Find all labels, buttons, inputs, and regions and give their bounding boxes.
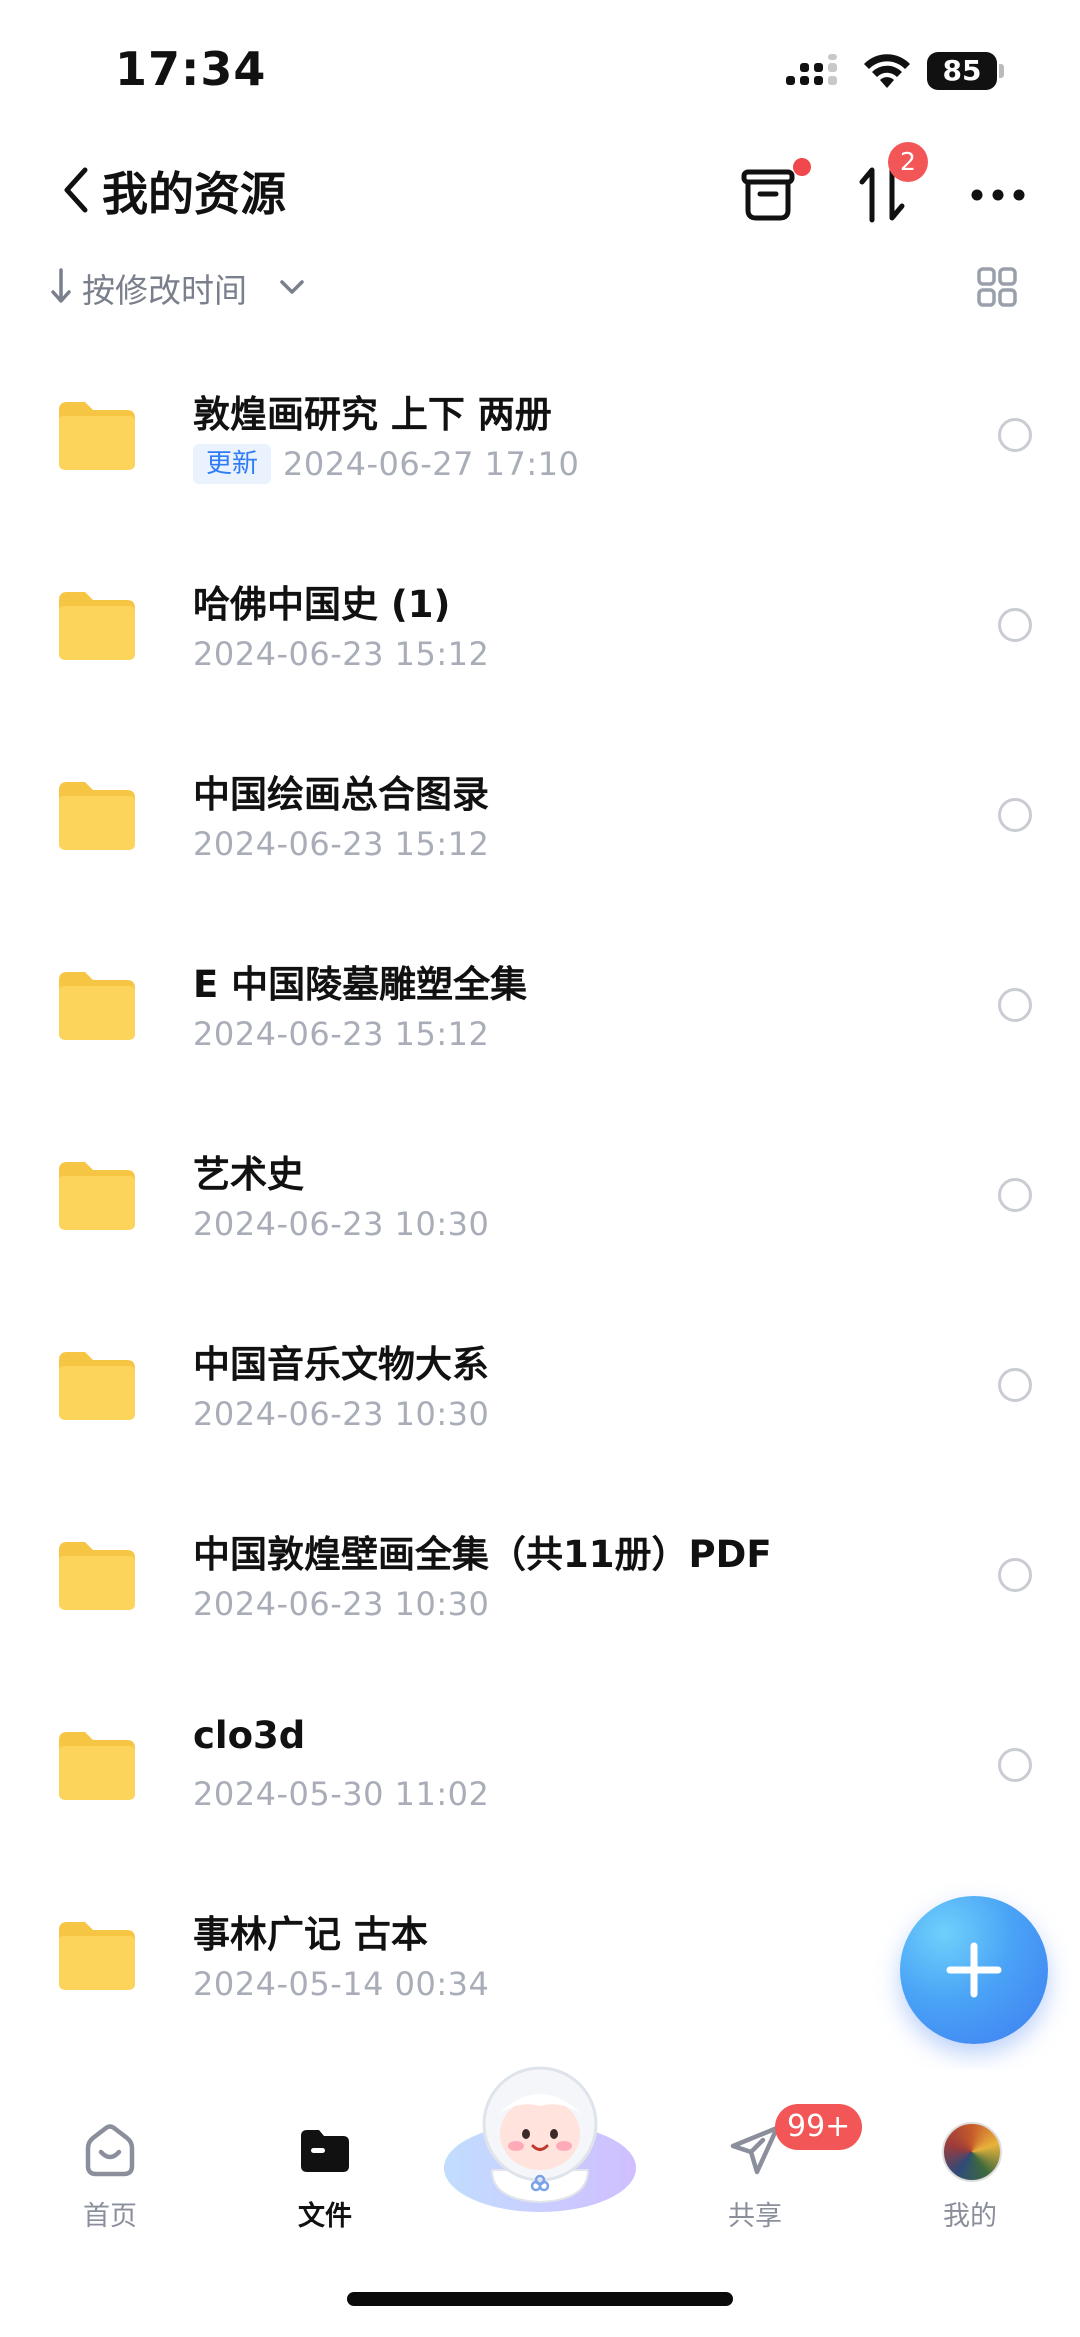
file-date: 2024-05-14 00:34 xyxy=(193,1965,490,2003)
file-row[interactable]: 中国敦煌壁画全集（共11册）PDF 2024-06-23 10:30 xyxy=(0,1480,1080,1670)
file-name: 敦煌画研究 上下 两册 xyxy=(193,393,552,436)
file-date: 2024-06-23 10:30 xyxy=(193,1205,490,1243)
nav-files[interactable]: 文件 xyxy=(250,2122,400,2262)
avatar xyxy=(942,2122,1002,2182)
signal-icon xyxy=(786,54,837,85)
battery-level: 85 xyxy=(942,54,982,87)
select-checkbox[interactable] xyxy=(998,1368,1032,1402)
file-name: 中国敦煌壁画全集（共11册）PDF xyxy=(193,1533,772,1576)
file-meta: 更新 2024-06-27 17:10 xyxy=(193,444,579,484)
folder-icon xyxy=(59,1352,135,1420)
folder-icon xyxy=(59,1922,135,1990)
folder-icon xyxy=(59,972,135,1040)
file-row[interactable]: 艺术史 2024-06-23 10:30 xyxy=(0,1100,1080,1290)
nav-mine[interactable]: 我的 xyxy=(895,2122,1045,2262)
file-date: 2024-06-23 15:12 xyxy=(193,635,490,673)
sort-bar[interactable]: 按修改时间 xyxy=(0,256,1080,316)
file-meta: 2024-06-23 15:12 xyxy=(193,1014,489,1054)
select-checkbox[interactable] xyxy=(998,1748,1032,1782)
file-row[interactable]: 敦煌画研究 上下 两册 更新 2024-06-27 17:10 xyxy=(0,340,1080,530)
nav-home[interactable]: 首页 xyxy=(35,2122,185,2262)
home-indicator xyxy=(347,2292,733,2306)
file-date: 2024-06-23 10:30 xyxy=(193,1585,490,1623)
file-name: 事林广记 古本 xyxy=(193,1913,428,1956)
file-name: clo3d xyxy=(193,1714,306,1757)
chevron-down-icon xyxy=(280,280,304,294)
file-meta: 2024-06-23 10:30 xyxy=(193,1204,489,1244)
recycle-bin-icon[interactable] xyxy=(738,162,802,226)
mascot-icon[interactable] xyxy=(440,2050,640,2220)
page-title: 我的资源 xyxy=(102,167,286,221)
file-row[interactable]: E 中国陵墓雕塑全集 2024-06-23 15:12 xyxy=(0,910,1080,1100)
file-date: 2024-05-30 11:02 xyxy=(193,1775,490,1813)
file-row[interactable]: 中国绘画总合图录 2024-06-23 15:12 xyxy=(0,720,1080,910)
select-checkbox[interactable] xyxy=(998,1558,1032,1592)
nav-mine-label: 我的 xyxy=(943,2201,997,2232)
folder-icon xyxy=(301,2130,349,2172)
file-meta: 2024-05-30 11:02 xyxy=(193,1774,489,1814)
select-checkbox[interactable] xyxy=(998,798,1032,832)
file-date: 2024-06-23 15:12 xyxy=(193,1015,490,1053)
file-row[interactable]: 哈佛中国史 (1) 2024-06-23 15:12 xyxy=(0,530,1080,720)
file-date: 2024-06-23 15:12 xyxy=(193,825,490,863)
status-time: 17:34 xyxy=(115,42,267,96)
home-icon xyxy=(85,2124,135,2177)
folder-icon xyxy=(59,1732,135,1800)
nav-home-label: 首页 xyxy=(83,2201,137,2232)
file-row[interactable]: clo3d 2024-05-30 11:02 xyxy=(0,1670,1080,1860)
update-tag: 更新 xyxy=(193,444,272,484)
sort-arrow-icon xyxy=(51,268,71,303)
notification-dot xyxy=(793,158,811,176)
nav-files-label: 文件 xyxy=(298,2201,352,2232)
file-meta: 2024-05-14 00:34 xyxy=(193,1964,489,2004)
select-checkbox[interactable] xyxy=(998,988,1032,1022)
grid-view-icon[interactable] xyxy=(976,266,1018,308)
select-checkbox[interactable] xyxy=(998,418,1032,452)
file-name: 哈佛中国史 (1) xyxy=(193,583,451,626)
file-name: 艺术史 xyxy=(193,1153,304,1196)
file-date: 2024-06-23 10:30 xyxy=(193,1395,490,1433)
sort-label[interactable]: 按修改时间 xyxy=(82,264,247,312)
file-date: 2024-06-27 17:10 xyxy=(283,445,580,483)
file-name: E 中国陵墓雕塑全集 xyxy=(193,963,528,1006)
share-badge: 99+ xyxy=(775,2104,863,2150)
transfer-badge: 2 xyxy=(888,142,928,182)
more-icon[interactable] xyxy=(970,188,1026,202)
file-meta: 2024-06-23 15:12 xyxy=(193,824,489,864)
header: 我的资源 2 xyxy=(0,140,1080,240)
file-row[interactable]: 中国音乐文物大系 2024-06-23 10:30 xyxy=(0,1290,1080,1480)
folder-icon xyxy=(59,402,135,470)
add-button[interactable] xyxy=(900,1896,1048,2044)
status-bar: 17:34 85 xyxy=(0,0,1080,130)
back-icon[interactable] xyxy=(55,162,95,218)
file-meta: 2024-06-23 10:30 xyxy=(193,1394,489,1434)
battery-icon: 85 xyxy=(927,52,1004,90)
file-meta: 2024-06-23 10:30 xyxy=(193,1584,489,1624)
plus-icon xyxy=(946,1942,1002,1998)
select-checkbox[interactable] xyxy=(998,1178,1032,1212)
folder-icon xyxy=(59,782,135,850)
folder-icon xyxy=(59,592,135,660)
nav-share-label: 共享 xyxy=(728,2201,782,2232)
file-name: 中国音乐文物大系 xyxy=(193,1343,489,1386)
file-name: 中国绘画总合图录 xyxy=(193,773,489,816)
folder-icon xyxy=(59,1162,135,1230)
wifi-icon xyxy=(864,54,910,88)
file-meta: 2024-06-23 15:12 xyxy=(193,634,489,674)
select-checkbox[interactable] xyxy=(998,608,1032,642)
folder-icon xyxy=(59,1542,135,1610)
